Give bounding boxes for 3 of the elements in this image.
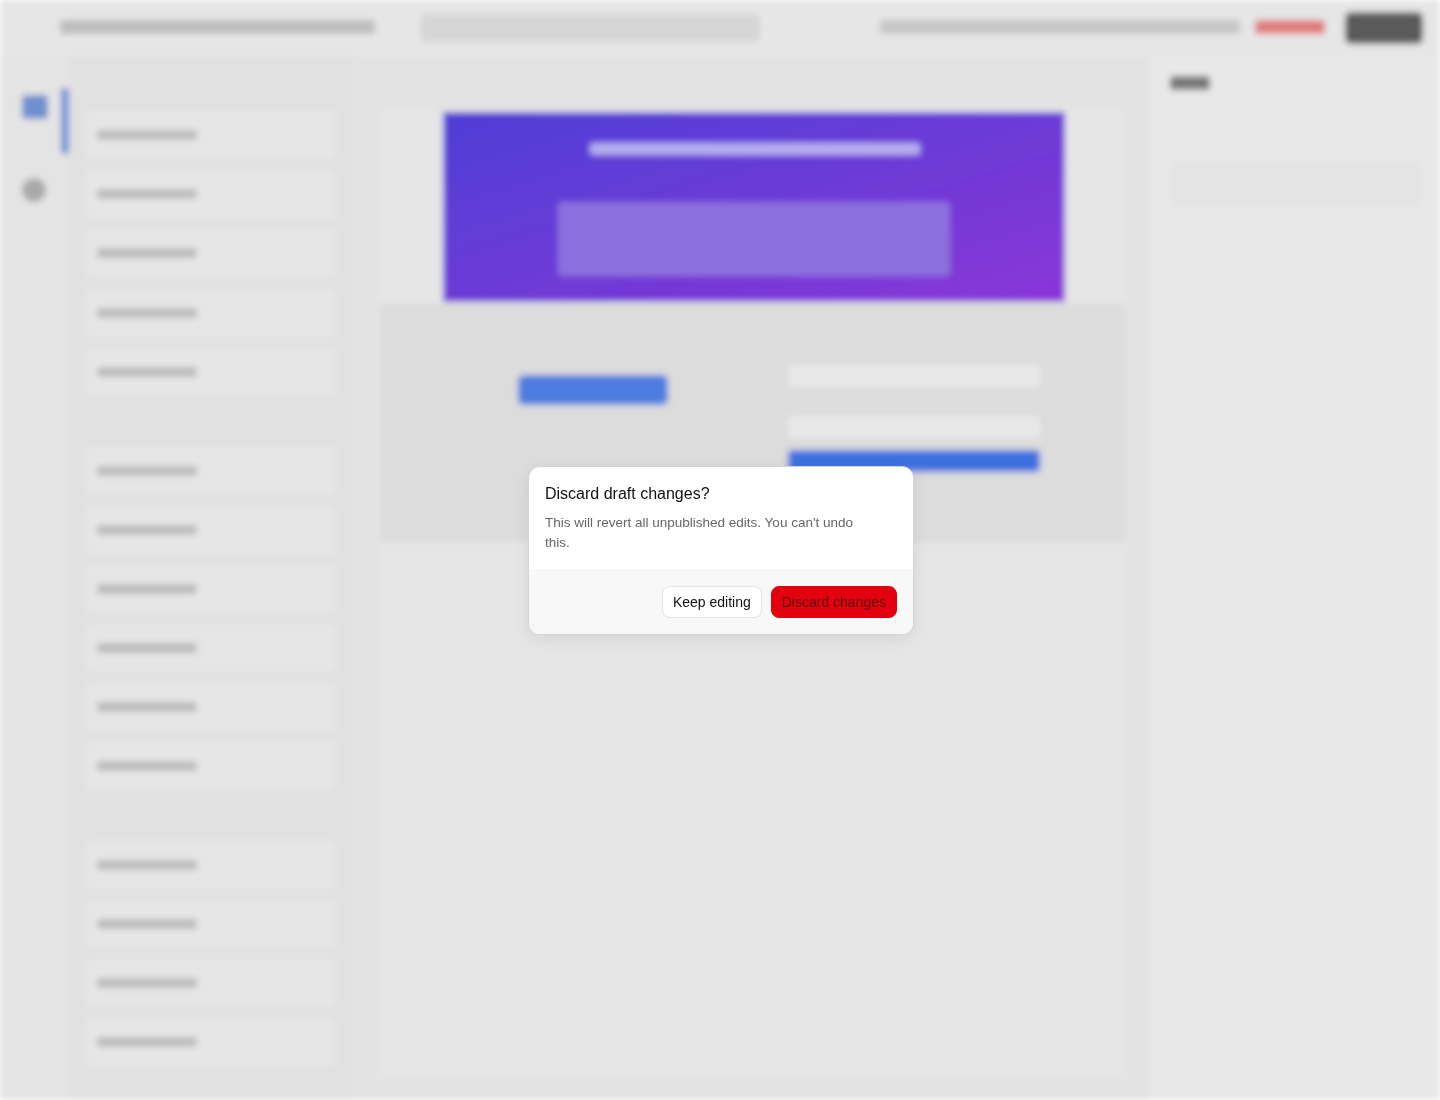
keep-editing-button[interactable]: Keep editing xyxy=(661,586,762,618)
dialog-message: This will revert all unpublished edits. You can't undo this. xyxy=(545,514,854,552)
dialog-title: Discard draft changes? xyxy=(545,485,711,503)
